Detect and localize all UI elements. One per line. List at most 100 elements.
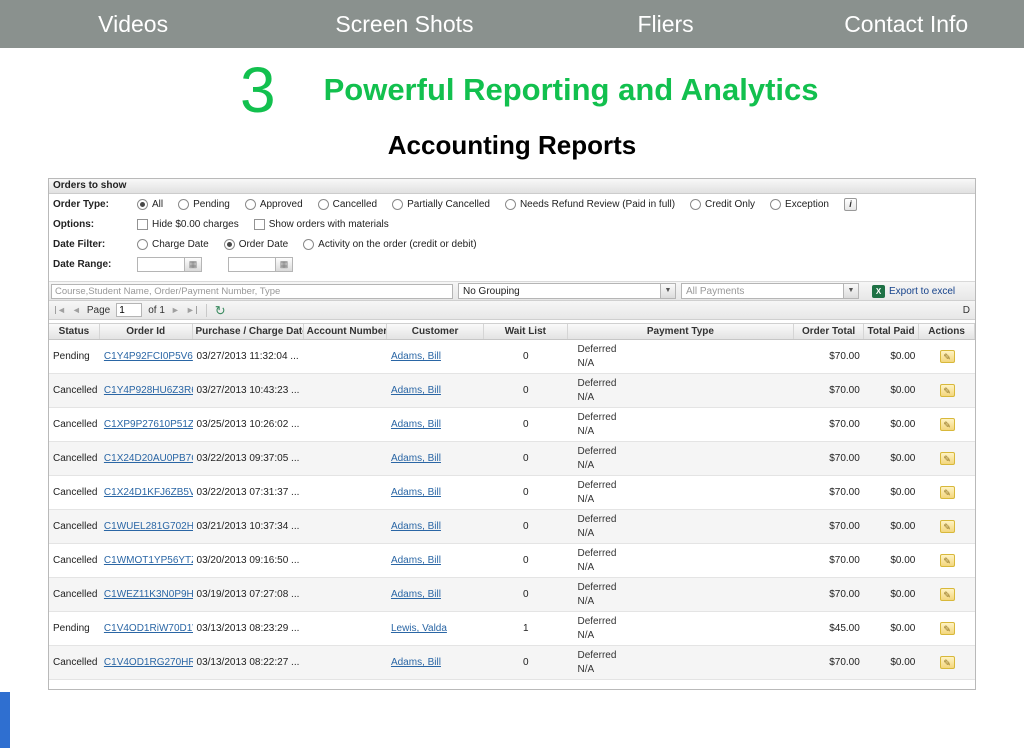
- cell-actions: ✎: [919, 486, 975, 499]
- date-range-row: Date Range: ▦ ▦: [49, 254, 975, 274]
- cell-wait-list: 0: [484, 589, 567, 600]
- column-header-customer[interactable]: Customer: [387, 324, 484, 339]
- cell-purchase-date: 03/20/2013 09:16:50 ...: [193, 555, 304, 566]
- radio-icon: [318, 199, 329, 210]
- radio-needs-refund-review[interactable]: Needs Refund Review (Paid in full): [505, 199, 675, 210]
- heading-row: 3 Powerful Reporting and Analytics: [0, 52, 1024, 128]
- customer-link[interactable]: Adams, Bill: [391, 385, 441, 396]
- order-id-link[interactable]: C1WEZ11K3N0P9H1: [104, 589, 193, 600]
- export-label: Export to excel: [889, 286, 955, 297]
- radio-activity-on-order[interactable]: Activity on the order (credit or debit): [303, 239, 476, 250]
- cell-customer: Adams, Bill: [387, 555, 484, 566]
- column-header-total-paid[interactable]: Total Paid: [864, 324, 920, 339]
- column-header-purchase-date[interactable]: Purchase / Charge Date: [193, 324, 304, 339]
- column-header-status[interactable]: Status: [49, 324, 100, 339]
- customer-link[interactable]: Adams, Bill: [391, 589, 441, 600]
- refresh-icon[interactable]: ↻: [215, 304, 226, 317]
- customer-link[interactable]: Adams, Bill: [391, 419, 441, 430]
- cell-payment-type: Deferred N/A: [568, 513, 795, 541]
- customer-link[interactable]: Adams, Bill: [391, 487, 441, 498]
- date-to-input[interactable]: [228, 257, 276, 272]
- edit-order-icon[interactable]: ✎: [940, 520, 955, 533]
- edit-order-icon[interactable]: ✎: [940, 588, 955, 601]
- radio-credit-only[interactable]: Credit Only: [690, 199, 755, 210]
- customer-link[interactable]: Adams, Bill: [391, 555, 441, 566]
- table-body: Pending C1Y4P92FCI0P5V6 03/27/2013 11:32…: [49, 340, 975, 680]
- order-id-link[interactable]: C1WUEL281G702HG: [104, 521, 193, 532]
- radio-icon: [303, 239, 314, 250]
- radio-cancelled[interactable]: Cancelled: [318, 199, 377, 210]
- order-id-link[interactable]: C1V4OD1RiW70D1W: [104, 623, 193, 634]
- page-number-input[interactable]: [116, 303, 142, 317]
- order-id-link[interactable]: C1V4OD1RG270HRA: [104, 657, 193, 668]
- column-header-order-total[interactable]: Order Total: [794, 324, 863, 339]
- blue-accent-strip: [0, 692, 10, 748]
- cell-payment-type: Deferred N/A: [568, 445, 795, 473]
- calendar-icon[interactable]: ▦: [276, 257, 293, 272]
- radio-label: Activity on the order (credit or debit): [318, 239, 476, 250]
- edit-order-icon[interactable]: ✎: [940, 384, 955, 397]
- radio-all[interactable]: All: [137, 199, 163, 210]
- cell-wait-list: 0: [484, 385, 567, 396]
- info-icon[interactable]: i: [844, 198, 857, 211]
- cell-total-paid: $0.00: [864, 385, 920, 396]
- cell-purchase-date: 03/27/2013 11:32:04 ...: [193, 351, 304, 362]
- edit-order-icon[interactable]: ✎: [940, 622, 955, 635]
- grouping-select[interactable]: No Grouping ▼: [458, 283, 676, 299]
- page-label: Page: [87, 305, 110, 316]
- radio-pending[interactable]: Pending: [178, 199, 230, 210]
- customer-link[interactable]: Adams, Bill: [391, 521, 441, 532]
- last-page-button[interactable]: ►: [186, 305, 198, 315]
- radio-partially-cancelled[interactable]: Partially Cancelled: [392, 199, 490, 210]
- edit-order-icon[interactable]: ✎: [940, 486, 955, 499]
- nav-item-videos[interactable]: Videos: [0, 11, 266, 38]
- cell-payment-type: Deferred N/A: [568, 411, 795, 439]
- customer-link[interactable]: Adams, Bill: [391, 453, 441, 464]
- radio-order-date[interactable]: Order Date: [224, 239, 288, 250]
- customer-link[interactable]: Lewis, Valda: [391, 623, 447, 634]
- order-id-link[interactable]: C1Y4P928HU6Z3R6: [104, 385, 193, 396]
- payments-select[interactable]: All Payments ▼: [681, 283, 859, 299]
- order-id-link[interactable]: C1Y4P92FCI0P5V6: [104, 351, 193, 362]
- order-id-link[interactable]: C1X24D1KFJ6ZB5V: [104, 487, 193, 498]
- customer-link[interactable]: Adams, Bill: [391, 351, 441, 362]
- nav-item-contact[interactable]: Contact Info: [788, 11, 1024, 38]
- checkbox-hide-zero-charges[interactable]: Hide $0.00 charges: [137, 219, 239, 230]
- cell-actions: ✎: [919, 656, 975, 669]
- next-page-button[interactable]: ►: [171, 305, 180, 315]
- column-header-wait-list[interactable]: Wait List: [484, 324, 567, 339]
- edit-order-icon[interactable]: ✎: [940, 452, 955, 465]
- date-range-label: Date Range:: [53, 259, 137, 270]
- export-to-excel-button[interactable]: X Export to excel: [872, 285, 955, 298]
- checkbox-show-orders-materials[interactable]: Show orders with materials: [254, 219, 389, 230]
- cell-customer: Adams, Bill: [387, 521, 484, 532]
- order-id-link[interactable]: C1WMOT1YP56YTZ4: [104, 555, 193, 566]
- calendar-icon[interactable]: ▦: [185, 257, 202, 272]
- radio-charge-date[interactable]: Charge Date: [137, 239, 209, 250]
- cell-wait-list: 0: [484, 555, 567, 566]
- edit-order-icon[interactable]: ✎: [940, 656, 955, 669]
- prev-page-button[interactable]: ◄: [72, 305, 81, 315]
- customer-link[interactable]: Adams, Bill: [391, 657, 441, 668]
- column-header-actions[interactable]: Actions: [919, 324, 975, 339]
- order-id-link[interactable]: C1X24D20AU0PB7C: [104, 453, 193, 464]
- nav-item-screenshots[interactable]: Screen Shots: [266, 11, 542, 38]
- checkbox-label: Hide $0.00 charges: [152, 219, 239, 230]
- search-input[interactable]: [51, 284, 453, 299]
- radio-exception[interactable]: Exception: [770, 199, 829, 210]
- column-header-account-number[interactable]: Account Number: [304, 324, 387, 339]
- column-header-payment-type[interactable]: Payment Type: [568, 324, 795, 339]
- nav-item-fliers[interactable]: Fliers: [543, 11, 789, 38]
- edit-order-icon[interactable]: ✎: [940, 418, 955, 431]
- edit-order-icon[interactable]: ✎: [940, 554, 955, 567]
- radio-icon: [505, 199, 516, 210]
- cell-payment-type: Deferred N/A: [568, 479, 795, 507]
- cell-status: Cancelled: [49, 487, 100, 498]
- date-from-input[interactable]: [137, 257, 185, 272]
- order-id-link[interactable]: C1XP9P27610P51Z: [104, 419, 193, 430]
- cell-total-paid: $0.00: [864, 487, 920, 498]
- first-page-button[interactable]: ◄: [54, 305, 66, 315]
- column-header-order-id[interactable]: Order Id: [100, 324, 193, 339]
- radio-approved[interactable]: Approved: [245, 199, 303, 210]
- edit-order-icon[interactable]: ✎: [940, 350, 955, 363]
